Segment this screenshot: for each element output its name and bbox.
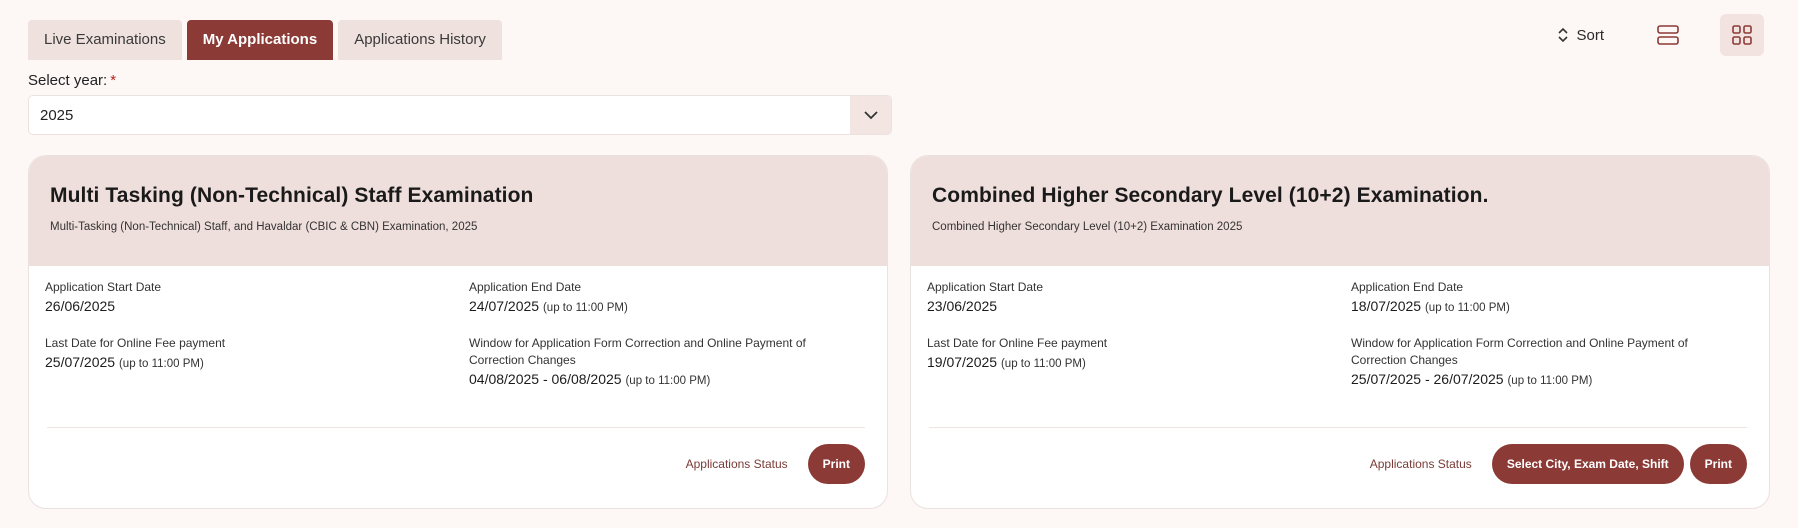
exam-title: Multi Tasking (Non-Technical) Staff Exam…: [50, 184, 534, 207]
end-date-field: Application End Date 24/07/2025 (up to 1…: [469, 279, 628, 317]
sort-label: Sort: [1576, 26, 1604, 44]
start-date-label: Application Start Date: [927, 280, 1044, 294]
exam-card-header: Multi Tasking (Non-Technical) Staff Exam…: [29, 156, 887, 266]
fee-date-note: (up to 11:00 PM): [118, 358, 204, 370]
year-select-value: 2025: [40, 106, 74, 124]
year-label-text: Select year:: [28, 72, 108, 89]
start-date-field: Application Start Date 23/06/2025: [927, 279, 1043, 315]
end-date-label: Application End Date: [1351, 280, 1464, 294]
exam-dates: Application Start Date 26/06/2025 Applic…: [29, 266, 887, 426]
print-button[interactable]: Print: [807, 444, 865, 484]
year-select[interactable]: 2025: [28, 95, 892, 135]
card-actions: Applications Status Select City, Exam Da…: [1370, 444, 1747, 484]
start-date-field: Application Start Date 26/06/2025: [45, 279, 161, 315]
exam-title: Combined Higher Secondary Level (10+2) E…: [932, 184, 1489, 207]
view-toolbar: Sort: [1558, 14, 1764, 56]
exam-subtitle: Multi-Tasking (Non-Technical) Staff, and…: [50, 221, 478, 233]
correction-window-label: Window for Application Form Correction a…: [1351, 336, 1688, 367]
end-date-value: 24/07/2025 (up to 11:00 PM): [469, 298, 628, 317]
correction-window-text: 04/08/2025 - 06/08/2025: [469, 371, 622, 387]
tab-applications-history[interactable]: Applications History: [338, 20, 502, 60]
list-view-button[interactable]: [1646, 14, 1690, 56]
correction-window-field: Window for Application Form Correction a…: [469, 335, 849, 390]
correction-window-text: 25/07/2025 - 26/07/2025: [1351, 371, 1504, 387]
card-actions: Applications Status Print: [686, 444, 865, 484]
end-date-note: (up to 11:00 PM): [542, 302, 628, 314]
correction-window-note: (up to 11:00 PM): [625, 375, 711, 387]
fee-date-text: 19/07/2025: [927, 354, 998, 370]
tab-live-examinations[interactable]: Live Examinations: [28, 20, 182, 60]
correction-window-field: Window for Application Form Correction a…: [1351, 335, 1731, 390]
card-divider: [47, 427, 865, 428]
fee-date-label: Last Date for Online Fee payment: [45, 336, 226, 350]
fee-date-label: Last Date for Online Fee payment: [927, 336, 1108, 350]
end-date-label: Application End Date: [469, 280, 582, 294]
exam-card-header: Combined Higher Secondary Level (10+2) E…: [911, 156, 1769, 266]
end-date-value: 18/07/2025 (up to 11:00 PM): [1351, 298, 1510, 317]
select-city-exam-date-shift-button[interactable]: Select City, Exam Date, Shift: [1491, 444, 1684, 484]
fee-date-field: Last Date for Online Fee payment 25/07/2…: [45, 335, 225, 373]
exam-card: Combined Higher Secondary Level (10+2) E…: [910, 155, 1770, 509]
end-date-field: Application End Date 18/07/2025 (up to 1…: [1351, 279, 1510, 317]
required-mark: *: [110, 72, 117, 89]
grid-view-icon: [1732, 25, 1752, 45]
tab-bar: Live Examinations My Applications Applic…: [28, 20, 502, 60]
exam-card: Multi Tasking (Non-Technical) Staff Exam…: [28, 155, 888, 509]
correction-window-note: (up to 11:00 PM): [1507, 375, 1593, 387]
grid-view-button[interactable]: [1720, 14, 1764, 56]
exam-dates: Application Start Date 23/06/2025 Applic…: [911, 266, 1769, 426]
applications-status-link[interactable]: Applications Status: [686, 457, 788, 471]
exam-subtitle: Combined Higher Secondary Level (10+2) E…: [932, 221, 1243, 233]
end-date-note: (up to 11:00 PM): [1424, 302, 1510, 314]
fee-date-value: 19/07/2025 (up to 11:00 PM): [927, 354, 1107, 373]
chevron-down-icon[interactable]: [850, 96, 891, 134]
year-filter-label: Select year: *: [28, 72, 116, 89]
sort-icon: [1558, 27, 1569, 43]
start-date-value: 26/06/2025: [45, 298, 116, 314]
tab-my-applications[interactable]: My Applications: [186, 20, 334, 60]
applications-status-link[interactable]: Applications Status: [1370, 457, 1472, 471]
end-date-text: 18/07/2025: [1351, 298, 1422, 314]
list-view-icon: [1657, 25, 1679, 45]
correction-window-value: 04/08/2025 - 06/08/2025 (up to 11:00 PM): [469, 371, 849, 390]
print-button[interactable]: Print: [1689, 444, 1747, 484]
fee-date-value: 25/07/2025 (up to 11:00 PM): [45, 354, 225, 373]
sort-button[interactable]: Sort: [1558, 27, 1604, 44]
card-divider: [929, 427, 1747, 428]
fee-date-field: Last Date for Online Fee payment 19/07/2…: [927, 335, 1107, 373]
end-date-text: 24/07/2025: [469, 298, 540, 314]
start-date-value: 23/06/2025: [927, 298, 998, 314]
correction-window-value: 25/07/2025 - 26/07/2025 (up to 11:00 PM): [1351, 371, 1731, 390]
start-date-label: Application Start Date: [45, 280, 162, 294]
fee-date-note: (up to 11:00 PM): [1000, 358, 1086, 370]
correction-window-label: Window for Application Form Correction a…: [469, 336, 806, 367]
fee-date-text: 25/07/2025: [45, 354, 116, 370]
